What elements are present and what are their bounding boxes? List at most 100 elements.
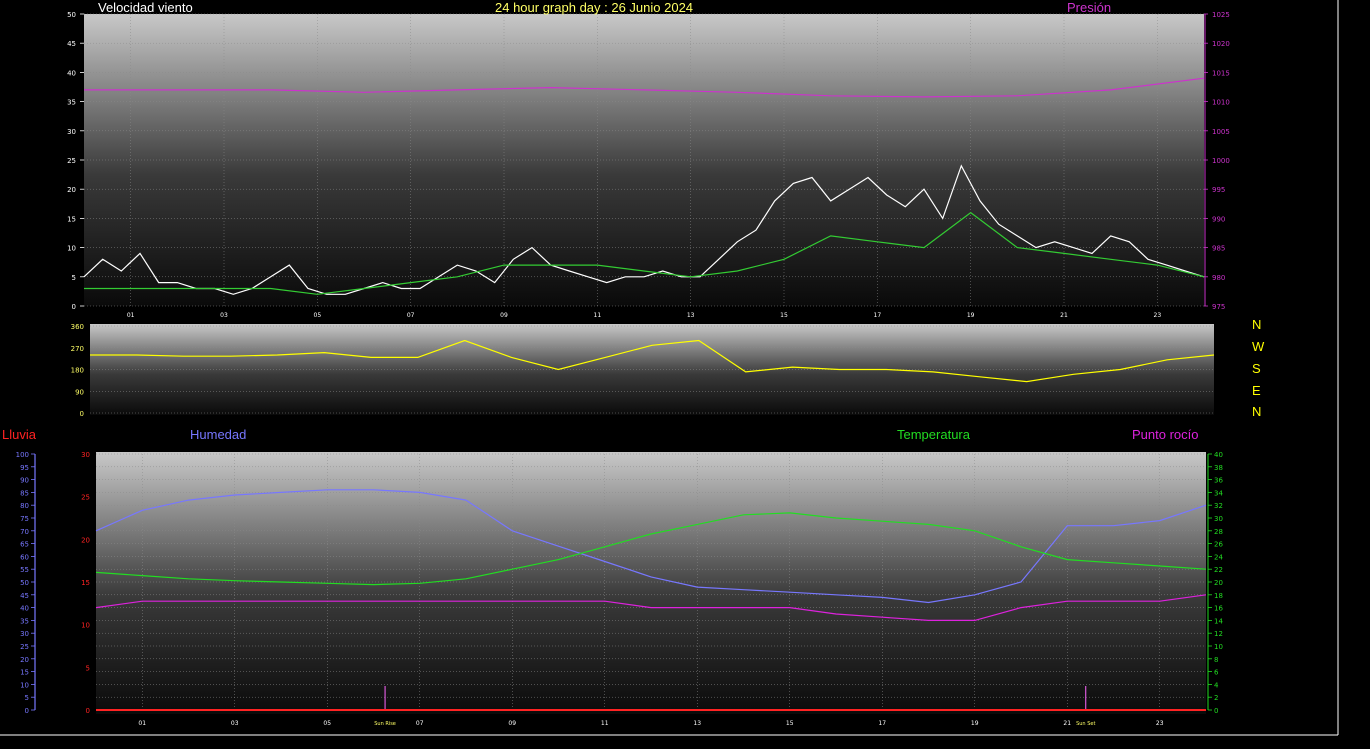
direction-label-n-top: N bbox=[1252, 317, 1262, 332]
direction-label-e: E bbox=[1252, 383, 1261, 398]
climate-x-tick: Sun Set bbox=[1076, 721, 1095, 727]
temperature-y-tick: 12 bbox=[1214, 630, 1223, 638]
pressure-y-tick: 995 bbox=[1212, 186, 1225, 194]
humidity-y-tick: 10 bbox=[20, 681, 29, 689]
climate-x-tick: 21 bbox=[1063, 720, 1071, 727]
climate-x-tick: 07 bbox=[416, 720, 424, 727]
pressure-y-tick: 1010 bbox=[1212, 99, 1230, 107]
wind-y-tick: 10 bbox=[67, 245, 76, 253]
climate-x-tick: 15 bbox=[786, 720, 794, 727]
climate-x-tick: 17 bbox=[878, 720, 886, 727]
temperature-y-tick: 18 bbox=[1214, 592, 1223, 600]
climate-x-tick: 19 bbox=[971, 720, 979, 727]
temperature-y-tick: 14 bbox=[1214, 617, 1223, 625]
humidity-y-tick: 65 bbox=[20, 541, 29, 549]
wind-y-tick: 30 bbox=[67, 128, 76, 136]
direction-panel: 0 90 180 270 360 bbox=[71, 323, 1215, 418]
wind-pressure-panel: 05101520253035404550 9759809859909951000… bbox=[67, 11, 1230, 319]
pressure-y-tick: 1025 bbox=[1212, 11, 1230, 19]
temperature-y-tick: 26 bbox=[1214, 541, 1223, 549]
temperature-y-tick: 0 bbox=[1214, 707, 1218, 715]
temperature-y-tick: 6 bbox=[1214, 669, 1219, 677]
humidity-y-tick: 15 bbox=[20, 669, 29, 677]
humidity-y-tick: 40 bbox=[20, 605, 29, 613]
wind-x-tick: 09 bbox=[500, 312, 508, 319]
temperature-y-tick: 22 bbox=[1214, 566, 1223, 574]
climate-x-tick: 13 bbox=[693, 720, 701, 727]
pressure-y-tick: 1020 bbox=[1212, 40, 1230, 48]
temperature-y-tick: 40 bbox=[1214, 451, 1223, 459]
humidity-y-tick: 70 bbox=[20, 528, 29, 536]
temperature-y-tick: 34 bbox=[1214, 489, 1223, 497]
weather-graph: 05101520253035404550 9759809859909951000… bbox=[0, 0, 1370, 749]
rain-y-tick: 25 bbox=[81, 494, 90, 502]
climate-x-tick: Sun Rise bbox=[374, 721, 396, 727]
rain-y-tick: 5 bbox=[86, 664, 90, 672]
temperature-y-tick: 36 bbox=[1214, 477, 1223, 485]
humidity-y-tick: 90 bbox=[20, 477, 29, 485]
humidity-y-tick: 55 bbox=[20, 566, 29, 574]
wind-y-tick: 25 bbox=[67, 157, 76, 165]
wind-x-tick: 21 bbox=[1060, 312, 1068, 319]
direction-label-n-bottom: N bbox=[1252, 404, 1262, 419]
pressure-y-tick: 975 bbox=[1212, 303, 1225, 311]
rain-y-tick: 30 bbox=[81, 451, 90, 459]
wind-x-tick: 11 bbox=[594, 312, 602, 319]
humidity-y-tick: 80 bbox=[20, 502, 29, 510]
temperature-y-tick: 2 bbox=[1214, 694, 1218, 702]
wind-y-tick: 5 bbox=[72, 274, 76, 282]
direction-y-tick: 0 bbox=[80, 410, 84, 418]
dewpoint-title: Punto rocío bbox=[1132, 427, 1199, 442]
wind-y-tick: 0 bbox=[72, 303, 76, 311]
wind-y-tick: 40 bbox=[67, 69, 76, 77]
humidity-y-tick: 45 bbox=[20, 592, 29, 600]
wind-y-tick: 15 bbox=[67, 215, 76, 223]
wind-x-tick: 17 bbox=[874, 312, 882, 319]
pressure-title: Presión bbox=[1067, 0, 1112, 15]
direction-label-s: S bbox=[1252, 361, 1261, 376]
climate-x-tick: 09 bbox=[508, 720, 516, 727]
pressure-y-tick: 985 bbox=[1212, 245, 1225, 253]
temperature-y-tick: 16 bbox=[1214, 605, 1223, 613]
direction-y-tick: 90 bbox=[75, 388, 84, 396]
rain-y-tick: 10 bbox=[81, 622, 90, 630]
climate-plot-area bbox=[96, 452, 1206, 714]
climate-x-tick: 03 bbox=[231, 720, 239, 727]
wind-x-tick: 23 bbox=[1154, 312, 1162, 319]
humidity-y-tick: 75 bbox=[20, 515, 29, 523]
climate-x-tick: 01 bbox=[138, 720, 146, 727]
climate-x-tick: 23 bbox=[1156, 720, 1164, 727]
wind-title: Velocidad viento bbox=[98, 0, 193, 15]
climate-x-tick: 05 bbox=[323, 720, 331, 727]
wind-x-tick: 13 bbox=[687, 312, 695, 319]
humidity-y-tick: 5 bbox=[25, 694, 29, 702]
wind-x-tick: 05 bbox=[314, 312, 322, 319]
rain-y-tick: 15 bbox=[81, 579, 90, 587]
wind-x-tick: 03 bbox=[220, 312, 228, 319]
temperature-y-tick: 30 bbox=[1214, 515, 1223, 523]
pressure-y-tick: 1005 bbox=[1212, 128, 1230, 136]
wind-y-tick: 20 bbox=[67, 186, 76, 194]
wind-y-tick: 50 bbox=[67, 11, 76, 19]
wind-x-tick: 19 bbox=[967, 312, 975, 319]
direction-label-w: W bbox=[1252, 339, 1265, 354]
rain-y-tick: 20 bbox=[81, 536, 90, 544]
wind-x-tick: 01 bbox=[127, 312, 135, 319]
rain-y-tick: 0 bbox=[86, 707, 90, 715]
humidity-y-tick: 25 bbox=[20, 643, 29, 651]
humidity-y-tick: 85 bbox=[20, 489, 29, 497]
humidity-y-tick: 35 bbox=[20, 617, 29, 625]
wind-x-tick: 07 bbox=[407, 312, 415, 319]
temperature-title: Temperatura bbox=[897, 427, 970, 442]
pressure-y-tick: 980 bbox=[1212, 274, 1225, 282]
wind-y-tick: 35 bbox=[67, 99, 76, 107]
humidity-title: Humedad bbox=[190, 427, 247, 442]
temperature-y-tick: 28 bbox=[1214, 528, 1223, 536]
rain-title: Lluvia bbox=[2, 427, 36, 442]
graph-title: 24 hour graph day : 26 Junio 2024 bbox=[495, 0, 694, 15]
direction-y-tick: 180 bbox=[71, 367, 84, 375]
temperature-y-tick: 4 bbox=[1214, 681, 1219, 689]
temperature-y-tick: 20 bbox=[1214, 579, 1223, 587]
humidity-y-tick: 0 bbox=[25, 707, 29, 715]
wind-x-tick: 15 bbox=[780, 312, 788, 319]
